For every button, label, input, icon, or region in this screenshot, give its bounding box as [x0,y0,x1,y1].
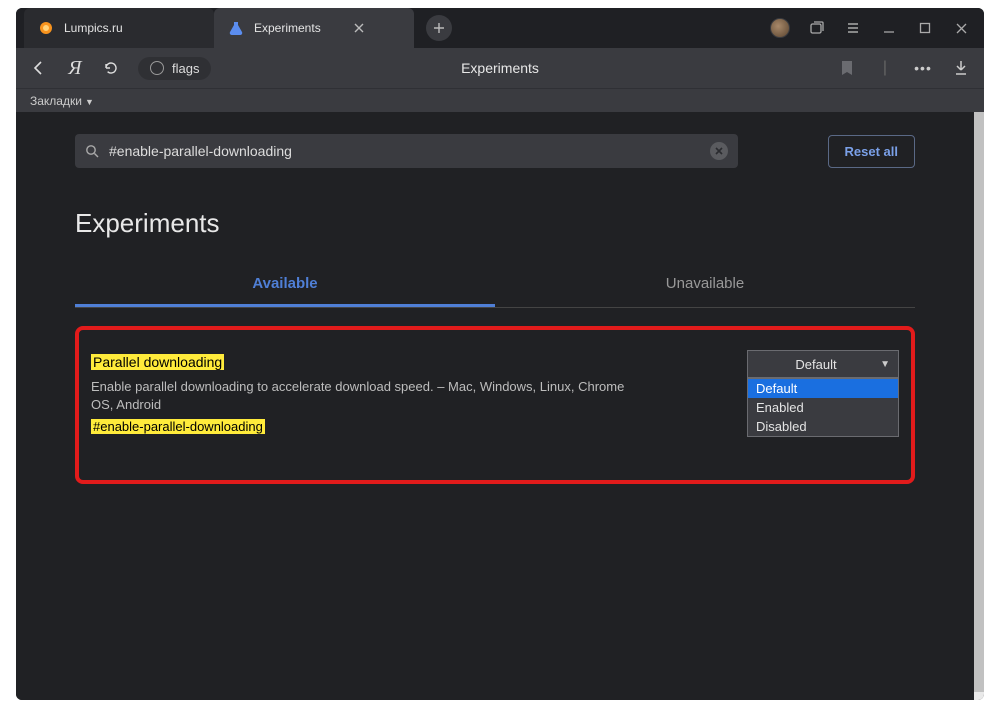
chevron-down-icon: ▼ [85,97,94,107]
divider: | [876,59,894,77]
tab-bar: Lumpics.ru Experiments [16,8,984,48]
clear-search-icon[interactable] [710,142,728,160]
back-button[interactable] [30,59,48,77]
maximize-button[interactable] [916,19,934,37]
scrollbar-thumb[interactable] [974,112,984,692]
dropdown-option-default[interactable]: Default [748,379,898,398]
new-tab-button[interactable] [426,15,452,41]
bookmark-icon[interactable] [838,59,856,77]
collections-icon[interactable] [808,19,826,37]
tab-label: Lumpics.ru [64,21,123,35]
tab-available[interactable]: Available [75,263,495,307]
experiments-heading: Experiments [75,208,915,239]
vertical-scrollbar[interactable] [974,112,984,700]
bookmarks-menu[interactable]: Закладки▼ [30,94,94,108]
highlighted-flag-card: Parallel downloading Enable parallel dow… [75,326,915,484]
profile-avatar[interactable] [770,18,790,38]
dropdown-option-disabled[interactable]: Disabled [748,417,898,436]
dropdown-selected[interactable]: Default ▼ [747,350,899,378]
bookmarks-label: Закладки [30,94,82,108]
more-icon[interactable]: ••• [914,59,932,77]
tab-experiments[interactable]: Experiments [214,8,414,48]
dropdown-selected-label: Default [795,357,836,372]
chevron-down-icon: ▼ [880,359,890,370]
page-content: Reset all Experiments 20.12.2.108 Availa… [16,112,974,700]
titlebar-controls [770,18,984,38]
close-button[interactable] [952,19,970,37]
tab-lumpics[interactable]: Lumpics.ru [24,8,214,48]
minimize-button[interactable] [880,19,898,37]
reload-button[interactable] [102,59,120,77]
tab-label: Experiments [254,21,321,35]
address-bar[interactable]: flags [138,57,211,80]
close-icon[interactable] [353,22,365,34]
search-icon [85,144,99,158]
yandex-logo-icon[interactable]: Я [66,59,84,77]
flask-icon [228,20,244,36]
flag-title: Parallel downloading [91,354,224,370]
dropdown-option-enabled[interactable]: Enabled [748,398,898,417]
site-icon [150,61,164,75]
menu-icon[interactable] [844,19,862,37]
search-flags-input[interactable] [109,143,700,159]
search-flags-input-wrap [75,134,738,168]
browser-window: Lumpics.ru Experiments [16,8,984,700]
navigation-bar: Я flags Experiments | ••• [16,48,984,88]
page-title: Experiments [461,60,539,76]
downloads-icon[interactable] [952,59,970,77]
lumpics-icon [38,20,54,36]
tabs-row: Available Unavailable [75,263,915,308]
flag-id: #enable-parallel-downloading [91,419,265,434]
tab-unavailable[interactable]: Unavailable [495,263,915,307]
dropdown-list: Default Enabled Disabled [747,378,899,437]
flag-description: Enable parallel downloading to accelerat… [91,378,631,413]
bookmarks-bar: Закладки▼ [16,88,984,112]
address-text: flags [172,61,199,76]
flag-state-dropdown[interactable]: Default ▼ Default Enabled Disabled [747,350,899,437]
reset-all-button[interactable]: Reset all [828,135,915,168]
